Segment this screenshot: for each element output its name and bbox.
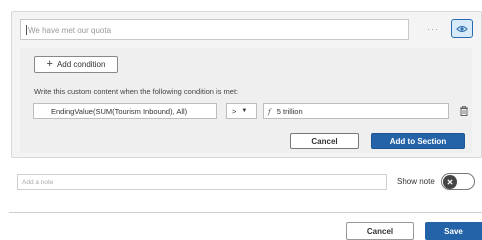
toggle-knob (443, 175, 457, 189)
eye-icon (456, 25, 468, 32)
condition-value-input[interactable]: f 5 trillion (263, 103, 449, 119)
plus-icon: + (46, 58, 53, 70)
trash-icon[interactable] (460, 106, 468, 116)
footer-cancel-button[interactable]: Cancel (346, 222, 414, 240)
condition-value-text: 5 trillion (276, 107, 303, 116)
operator-select[interactable]: > ▼ (226, 103, 257, 119)
chevron-down-icon: ▼ (241, 108, 248, 114)
more-options-icon[interactable]: ··· (427, 24, 439, 34)
add-to-section-button[interactable]: Add to Section (371, 133, 465, 149)
footer-divider (9, 212, 482, 213)
condition-field-value: EndingValue(SUM(Tourism Inbound), All) (51, 107, 188, 116)
operator-value: > (232, 107, 237, 116)
content-text-input[interactable]: We have met our quota (20, 19, 409, 40)
add-condition-label: Add condition (56, 60, 106, 69)
text-cursor (26, 25, 27, 35)
condition-instruction: Write this custom content when the follo… (34, 87, 239, 96)
condition-field-select[interactable]: EndingValue(SUM(Tourism Inbound), All) (33, 103, 217, 119)
function-icon: f (268, 107, 271, 116)
footer-save-button[interactable]: Save (425, 222, 482, 240)
close-icon (447, 179, 453, 185)
note-input[interactable]: Add a note (17, 174, 387, 190)
preview-toggle-button[interactable] (451, 19, 473, 38)
show-note-toggle[interactable] (441, 173, 475, 190)
content-text-value: We have met our quota (28, 26, 112, 35)
show-note-label: Show note (397, 177, 435, 186)
add-condition-button[interactable]: + Add condition (34, 56, 118, 73)
condition-cancel-button[interactable]: Cancel (290, 133, 359, 149)
